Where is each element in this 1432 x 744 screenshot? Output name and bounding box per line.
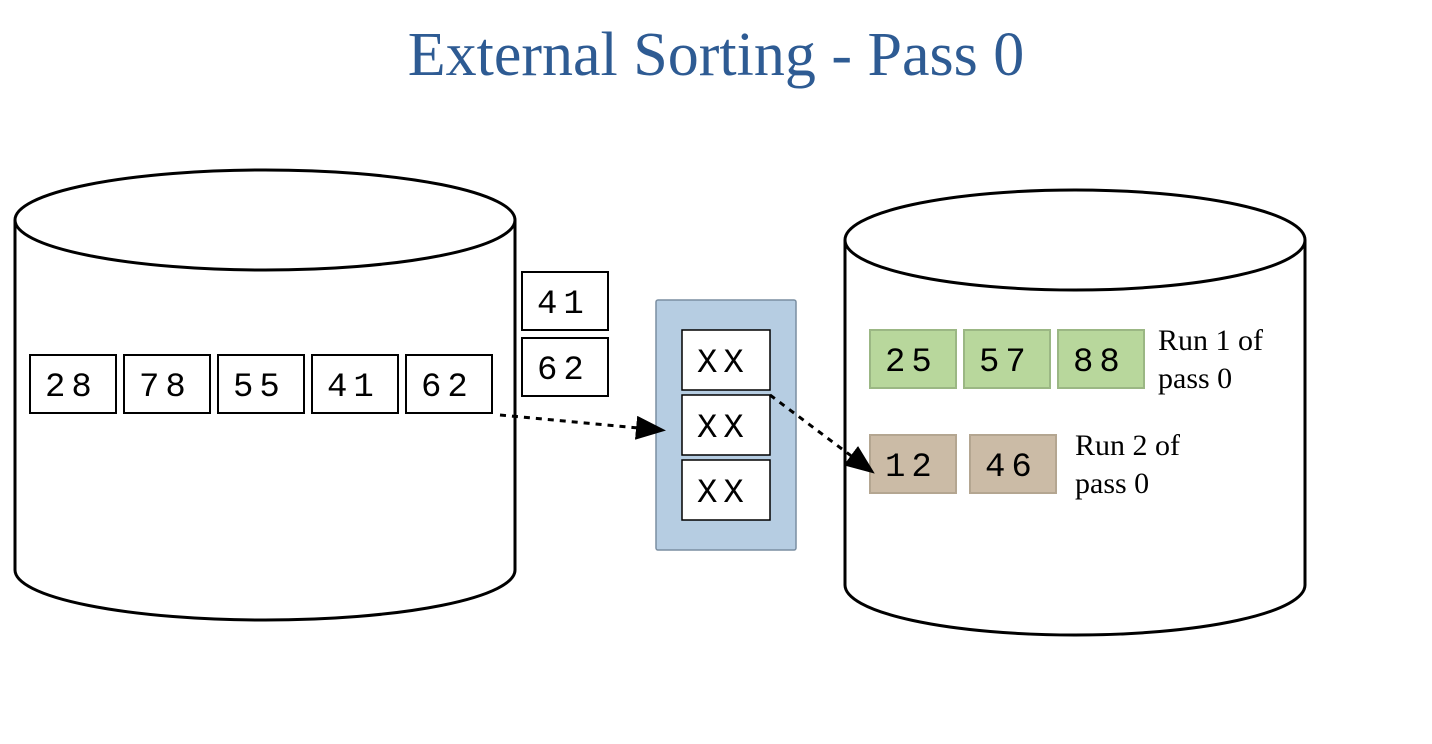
svg-text:XX: XX — [697, 345, 750, 383]
output-disk: 25 57 88 Run 1 of pass 0 12 — [845, 190, 1305, 635]
svg-text:XX: XX — [697, 410, 750, 448]
svg-text:12: 12 — [885, 449, 938, 487]
input-page-0: 28 — [30, 355, 116, 413]
in-flight-page-0: 41 — [522, 272, 608, 330]
in-flight-page-1: 62 — [522, 338, 608, 396]
svg-text:41: 41 — [327, 369, 380, 407]
svg-text:57: 57 — [979, 344, 1032, 382]
run-1: 25 57 88 Run 1 of pass 0 — [870, 324, 1263, 395]
memory-buffer: XX XX XX — [656, 300, 796, 550]
run-2-label-line-0: Run 2 of — [1075, 429, 1180, 462]
svg-text:62: 62 — [537, 352, 590, 390]
svg-text:41: 41 — [537, 286, 590, 324]
buffer-slot-0: XX — [682, 330, 770, 390]
svg-text:55: 55 — [233, 369, 286, 407]
input-page-3: 41 — [312, 355, 398, 413]
input-page-2: 55 — [218, 355, 304, 413]
run-2-label-line-1: pass 0 — [1075, 467, 1149, 500]
input-page-1: 78 — [124, 355, 210, 413]
svg-text:62: 62 — [421, 369, 474, 407]
input-page-4: 62 — [406, 355, 492, 413]
svg-text:88: 88 — [1073, 344, 1126, 382]
run-1-label-line-0: Run 1 of — [1158, 324, 1263, 357]
svg-text:XX: XX — [697, 475, 750, 513]
diagram-canvas: 28 78 55 41 62 41 — [0, 0, 1432, 744]
in-flight-pages: 41 62 — [522, 272, 608, 396]
buffer-slot-2: XX — [682, 460, 770, 520]
arrow-input-to-buffer — [500, 415, 660, 430]
svg-text:25: 25 — [885, 344, 938, 382]
svg-text:78: 78 — [139, 369, 192, 407]
run-2: 12 46 Run 2 of pass 0 — [870, 429, 1180, 500]
run-1-label-line-1: pass 0 — [1158, 362, 1232, 395]
buffer-slot-1: XX — [682, 395, 770, 455]
svg-text:28: 28 — [45, 369, 98, 407]
run-2-page-1: 46 — [970, 435, 1056, 493]
run-1-page-0: 25 — [870, 330, 956, 388]
run-1-page-2: 88 — [1058, 330, 1144, 388]
svg-text:46: 46 — [985, 449, 1038, 487]
input-disk: 28 78 55 41 62 — [15, 170, 515, 620]
run-2-page-0: 12 — [870, 435, 956, 493]
run-1-page-1: 57 — [964, 330, 1050, 388]
